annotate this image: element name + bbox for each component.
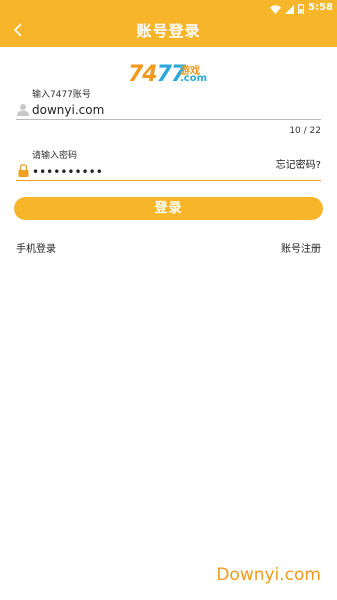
page-title: 账号登录: [136, 22, 201, 40]
logo: 7477 游戏 .com: [128, 60, 212, 90]
password-underline: [16, 180, 321, 181]
account-underline: [16, 119, 321, 120]
wifi-icon: [270, 0, 282, 18]
account-field-label: 输入7477账号: [32, 90, 91, 100]
login-button[interactable]: 登录: [14, 197, 323, 220]
register-link[interactable]: 账号注册: [281, 240, 321, 255]
status-icons: 5:58: [270, 2, 333, 14]
signal-icon: [285, 0, 295, 18]
password-input[interactable]: [32, 163, 262, 180]
forgot-password-link[interactable]: 忘记密码?: [276, 156, 321, 171]
status-time: 5:58: [308, 2, 333, 13]
user-icon: [16, 102, 30, 116]
status-bar: 5:58: [0, 0, 337, 16]
logo-number-part1: 74: [128, 62, 158, 87]
account-char-counter: 10 / 22: [289, 126, 321, 136]
logo-number: 7477: [128, 62, 186, 87]
phone-login-link[interactable]: 手机登录: [16, 240, 56, 255]
battery-icon: [298, 0, 305, 18]
logo-domain-text: .com: [180, 73, 208, 84]
watermark: Downyi.com: [216, 565, 321, 585]
password-field-label: 请输入密码: [32, 151, 78, 161]
account-input[interactable]: [32, 101, 312, 118]
app-bar: 账号登录: [0, 16, 337, 47]
lock-icon: [16, 163, 30, 177]
